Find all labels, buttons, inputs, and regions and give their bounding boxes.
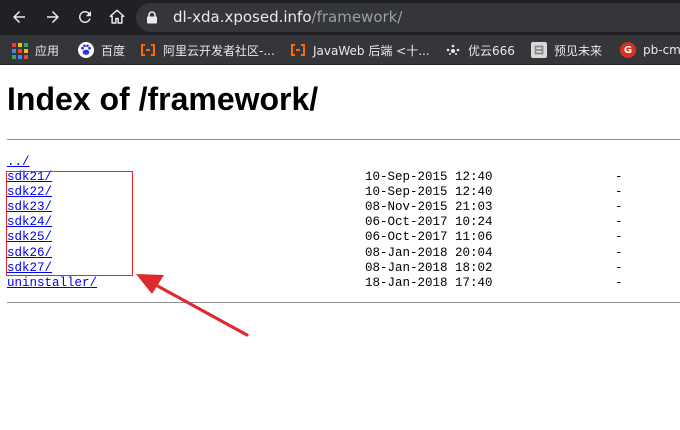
bookmark-youyun[interactable]: 优云666 bbox=[445, 41, 515, 59]
url-path: /framework/ bbox=[311, 8, 403, 26]
reload-button[interactable] bbox=[74, 6, 96, 28]
bookmark-aliyun-community[interactable]: 阿里云开发者社区-... bbox=[140, 41, 275, 59]
modified-date: 06-Oct-2017 10:24 bbox=[365, 215, 493, 230]
file-size: - bbox=[615, 275, 623, 290]
page-icon bbox=[531, 42, 547, 58]
home-button[interactable] bbox=[106, 6, 128, 28]
bookmark-label: 优云666 bbox=[468, 43, 515, 58]
folder-link-uninstaller[interactable]: uninstaller/ bbox=[7, 276, 97, 291]
bookmark-apps[interactable]: 应用 bbox=[12, 41, 59, 59]
modified-date: 06-Oct-2017 11:06 bbox=[365, 230, 493, 245]
modified-date: 08-Jan-2018 20:04 bbox=[365, 245, 493, 260]
back-button[interactable] bbox=[8, 6, 30, 28]
bookmark-yujian[interactable]: 预见未来 bbox=[531, 41, 602, 59]
g-logo-icon: G bbox=[620, 42, 636, 58]
file-size: - bbox=[615, 245, 623, 260]
bookmark-label: 阿里云开发者社区-... bbox=[163, 43, 275, 58]
bookmark-label: pb-cm bbox=[643, 43, 680, 57]
file-size: - bbox=[615, 185, 623, 200]
back-arrow-icon bbox=[13, 11, 25, 23]
home-icon bbox=[109, 9, 125, 24]
bookmark-label: 预见未来 bbox=[554, 43, 603, 58]
aliyun-icon bbox=[290, 42, 306, 58]
file-size: - bbox=[615, 170, 623, 185]
file-size: - bbox=[615, 230, 623, 245]
modified-date: 18-Jan-2018 17:40 bbox=[365, 275, 493, 290]
modified-date: 08-Jan-2018 18:02 bbox=[365, 260, 493, 275]
bookmark-javaweb[interactable]: JavaWeb 后端 <十... bbox=[290, 41, 430, 59]
bookmark-baidu[interactable]: 百度 bbox=[78, 41, 125, 59]
modified-date: 10-Sep-2015 12:40 bbox=[365, 185, 493, 200]
cloud-dots-icon bbox=[445, 42, 461, 58]
forward-arrow-icon bbox=[47, 11, 59, 23]
bookmarks-bar: 应用 百度 阿里云开发者社区-... JavaWeb 后端 <十... 优云66… bbox=[0, 35, 680, 65]
url-text: dl-xda.xposed.info/framework/ bbox=[173, 9, 402, 26]
file-size: - bbox=[615, 200, 623, 215]
parent-directory-link[interactable]: ../ bbox=[7, 155, 30, 170]
url-host: dl-xda.xposed.info bbox=[173, 8, 312, 26]
annotation-highlight-box bbox=[6, 171, 133, 276]
bookmark-label: 百度 bbox=[101, 43, 126, 58]
aliyun-icon bbox=[140, 42, 156, 58]
list-item-parent: ../ bbox=[7, 155, 680, 170]
list-item: uninstaller/ 18-Jan-2018 17:40 - bbox=[7, 276, 680, 291]
file-size: - bbox=[615, 215, 623, 230]
modified-date: 08-Nov-2015 21:03 bbox=[365, 200, 493, 215]
page-title: Index of /framework/ bbox=[7, 81, 319, 117]
forward-button[interactable] bbox=[42, 6, 64, 28]
directory-listing-page: Index of /framework/ ../ sdk21/ 10-Sep-2… bbox=[0, 66, 680, 430]
modified-date: 10-Sep-2015 12:40 bbox=[365, 170, 493, 185]
lock-icon bbox=[147, 11, 157, 24]
annotation-arrow-icon bbox=[136, 274, 249, 337]
bookmark-label: 应用 bbox=[35, 43, 60, 58]
address-bar[interactable]: dl-xda.xposed.info/framework/ bbox=[136, 3, 680, 32]
bookmark-pb-cm[interactable]: G pb-cm bbox=[620, 41, 680, 59]
reload-icon bbox=[78, 10, 91, 23]
bookmark-label: JavaWeb 后端 <十... bbox=[313, 43, 430, 58]
file-size: - bbox=[615, 260, 623, 275]
top-divider bbox=[7, 139, 680, 140]
apps-grid-icon bbox=[12, 42, 28, 59]
baidu-paw-icon bbox=[78, 42, 94, 58]
browser-toolbar: dl-xda.xposed.info/framework/ bbox=[0, 0, 680, 35]
bottom-divider bbox=[7, 302, 680, 303]
